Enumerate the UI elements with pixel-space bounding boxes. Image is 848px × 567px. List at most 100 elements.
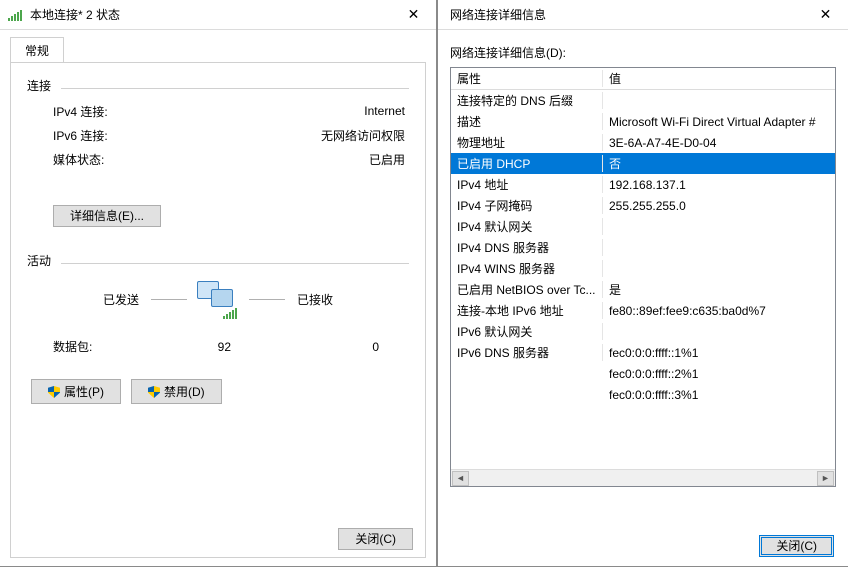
table-row[interactable]: 物理地址3E-6A-A7-4E-D0-04 bbox=[451, 132, 835, 153]
ipv4-label: IPv4 连接: bbox=[53, 103, 173, 120]
connection-section-label: 连接 bbox=[27, 77, 409, 94]
details-dialog: 网络连接详细信息 ✕ 网络连接详细信息(D): 属性 值 连接特定的 DNS 后… bbox=[437, 0, 848, 567]
scroll-left-icon[interactable]: ◄ bbox=[452, 471, 469, 486]
cell-value: fe80::89ef:fee9:c635:ba0d%7 bbox=[603, 304, 835, 318]
header-property[interactable]: 属性 bbox=[451, 70, 603, 87]
cell-value: fec0:0:0:ffff::3%1 bbox=[603, 388, 835, 402]
sent-label: 已发送 bbox=[63, 291, 143, 308]
cell-value: fec0:0:0:ffff::2%1 bbox=[603, 367, 835, 381]
cell-value: 255.255.255.0 bbox=[603, 199, 835, 213]
packets-row: 数据包: 92 0 bbox=[53, 338, 383, 355]
close-button[interactable]: 关闭(C) bbox=[338, 528, 413, 550]
details-table: 属性 值 连接特定的 DNS 后缀描述Microsoft Wi-Fi Direc… bbox=[450, 67, 836, 487]
table-row[interactable]: IPv6 DNS 服务器fec0:0:0:ffff::1%1 bbox=[451, 342, 835, 363]
table-row[interactable]: IPv4 地址192.168.137.1 bbox=[451, 174, 835, 195]
table-row[interactable]: IPv4 默认网关 bbox=[451, 216, 835, 237]
details-button[interactable]: 详细信息(E)... bbox=[53, 205, 161, 227]
cell-property: 连接特定的 DNS 后缀 bbox=[451, 92, 603, 109]
ipv6-label: IPv6 连接: bbox=[53, 127, 173, 144]
activity-label: 活动 bbox=[27, 252, 409, 269]
cell-property: IPv4 子网掩码 bbox=[451, 197, 603, 214]
row-media: 媒体状态: 已启用 bbox=[53, 147, 409, 171]
close-icon[interactable]: ✕ bbox=[803, 0, 848, 29]
details-titlebar[interactable]: 网络连接详细信息 ✕ bbox=[438, 0, 848, 30]
packets-received: 0 bbox=[263, 340, 383, 354]
table-header: 属性 值 bbox=[451, 68, 835, 90]
tab-content: 连接 IPv4 连接: Internet IPv6 连接: 无网络访问权限 媒体… bbox=[10, 62, 426, 558]
scroll-right-icon[interactable]: ► bbox=[817, 471, 834, 486]
properties-button[interactable]: 属性(P) bbox=[31, 379, 121, 404]
table-row[interactable]: 已启用 NetBIOS over Tc...是 bbox=[451, 279, 835, 300]
received-label: 已接收 bbox=[293, 291, 373, 308]
details-caption: 网络连接详细信息(D): bbox=[450, 44, 836, 61]
horizontal-scrollbar[interactable]: ◄ ► bbox=[451, 469, 835, 486]
cell-property: 描述 bbox=[451, 113, 603, 130]
close-button[interactable]: 关闭(C) bbox=[759, 535, 834, 557]
activity-row: 已发送 已接收 bbox=[27, 274, 409, 324]
tab-row: 常规 bbox=[10, 36, 426, 62]
dash bbox=[249, 299, 285, 300]
cell-property: IPv4 DNS 服务器 bbox=[451, 239, 603, 256]
cell-property: 已启用 DHCP bbox=[451, 155, 603, 172]
row-ipv4: IPv4 连接: Internet bbox=[53, 99, 409, 123]
table-row[interactable]: 已启用 DHCP否 bbox=[451, 153, 835, 174]
cell-property: IPv4 默认网关 bbox=[451, 218, 603, 235]
cell-property: 物理地址 bbox=[451, 134, 603, 151]
cell-property: 连接-本地 IPv6 地址 bbox=[451, 302, 603, 319]
table-row[interactable]: 描述Microsoft Wi-Fi Direct Virtual Adapter… bbox=[451, 111, 835, 132]
table-row[interactable]: fec0:0:0:ffff::2%1 bbox=[451, 363, 835, 384]
table-row[interactable]: IPv6 默认网关 bbox=[451, 321, 835, 342]
media-value: 已启用 bbox=[173, 151, 409, 168]
properties-button-label: 属性(P) bbox=[64, 385, 104, 399]
packets-label: 数据包: bbox=[53, 338, 143, 355]
cell-property: 已启用 NetBIOS over Tc... bbox=[451, 281, 603, 298]
packets-sent: 92 bbox=[143, 340, 231, 354]
status-title: 本地连接* 2 状态 bbox=[26, 6, 391, 23]
cell-property: IPv4 WINS 服务器 bbox=[451, 260, 603, 277]
disable-button[interactable]: 禁用(D) bbox=[131, 379, 222, 404]
status-body: 常规 连接 IPv4 连接: Internet IPv6 连接: 无网络访问权限… bbox=[0, 30, 436, 566]
status-titlebar[interactable]: 本地连接* 2 状态 ✕ bbox=[0, 0, 436, 30]
divider bbox=[61, 263, 409, 264]
signal-icon bbox=[8, 9, 22, 21]
media-label: 媒体状态: bbox=[53, 151, 173, 168]
cell-property: IPv6 DNS 服务器 bbox=[451, 344, 603, 361]
cell-value: 3E-6A-A7-4E-D0-04 bbox=[603, 136, 835, 150]
table-row[interactable]: IPv4 DNS 服务器 bbox=[451, 237, 835, 258]
cell-value: 192.168.137.1 bbox=[603, 178, 835, 192]
table-row[interactable]: IPv4 WINS 服务器 bbox=[451, 258, 835, 279]
table-row[interactable]: 连接-本地 IPv6 地址fe80::89ef:fee9:c635:ba0d%7 bbox=[451, 300, 835, 321]
table-row[interactable]: 连接特定的 DNS 后缀 bbox=[451, 90, 835, 111]
bottom-buttons: 属性(P) 禁用(D) bbox=[31, 379, 409, 404]
divider bbox=[61, 88, 409, 89]
dash bbox=[151, 299, 187, 300]
shield-icon bbox=[48, 386, 60, 398]
cell-value: 否 bbox=[603, 155, 835, 172]
signal-icon bbox=[223, 307, 237, 319]
shield-icon bbox=[148, 386, 160, 398]
ipv4-value: Internet bbox=[173, 104, 409, 118]
table-rows[interactable]: 连接特定的 DNS 后缀描述Microsoft Wi-Fi Direct Vir… bbox=[451, 90, 835, 469]
table-row[interactable]: IPv4 子网掩码255.255.255.0 bbox=[451, 195, 835, 216]
cell-property: IPv4 地址 bbox=[451, 176, 603, 193]
cell-value: fec0:0:0:ffff::1%1 bbox=[603, 346, 835, 360]
row-ipv6: IPv6 连接: 无网络访问权限 bbox=[53, 123, 409, 147]
disable-button-label: 禁用(D) bbox=[164, 385, 205, 399]
table-row[interactable]: fec0:0:0:ffff::3%1 bbox=[451, 384, 835, 405]
connection-values: IPv4 连接: Internet IPv6 连接: 无网络访问权限 媒体状态:… bbox=[53, 99, 409, 171]
cell-value: Microsoft Wi-Fi Direct Virtual Adapter # bbox=[603, 115, 835, 129]
ipv6-value: 无网络访问权限 bbox=[173, 127, 409, 144]
close-row: 关闭(C) bbox=[759, 537, 834, 554]
tab-general[interactable]: 常规 bbox=[10, 37, 64, 63]
cell-value: 是 bbox=[603, 281, 835, 298]
header-value[interactable]: 值 bbox=[603, 70, 835, 87]
activity-section: 活动 已发送 已接收 数据包: 92 bbox=[27, 252, 409, 355]
close-row: 关闭(C) bbox=[338, 530, 413, 547]
status-dialog: 本地连接* 2 状态 ✕ 常规 连接 IPv4 连接: Internet IPv… bbox=[0, 0, 437, 567]
details-title: 网络连接详细信息 bbox=[446, 6, 803, 23]
details-body: 网络连接详细信息(D): 属性 值 连接特定的 DNS 后缀描述Microsof… bbox=[438, 30, 848, 566]
close-icon[interactable]: ✕ bbox=[391, 0, 436, 29]
network-icon bbox=[195, 279, 241, 319]
details-row: 详细信息(E)... bbox=[53, 207, 409, 224]
cell-property: IPv6 默认网关 bbox=[451, 323, 603, 340]
